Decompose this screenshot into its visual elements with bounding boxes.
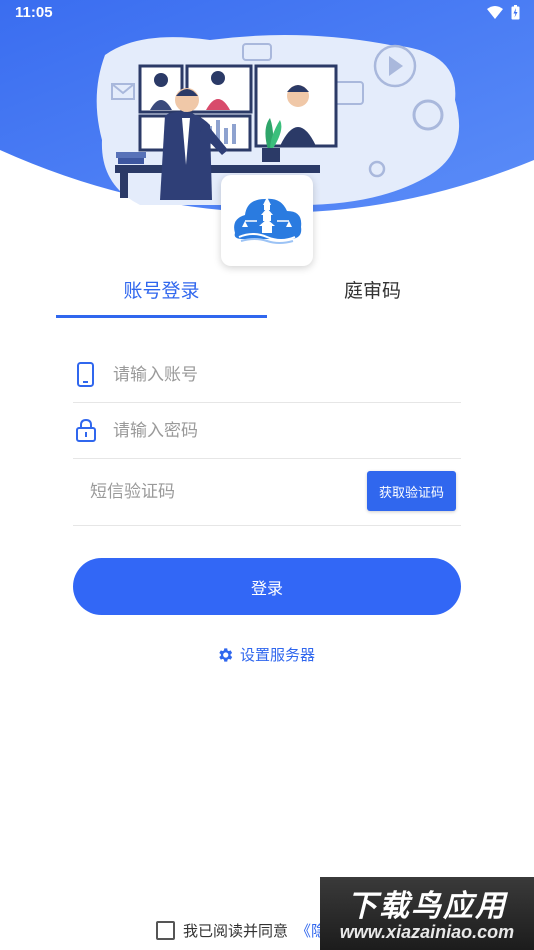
wifi-icon [487, 6, 503, 19]
active-tab-indicator [56, 315, 267, 318]
password-input[interactable] [113, 403, 443, 458]
site-watermark: 下载鸟应用 www.xiazainiao.com [320, 877, 534, 950]
lock-icon [76, 418, 96, 442]
server-settings-link[interactable]: 设置服务器 [216, 644, 315, 665]
status-icons [487, 5, 520, 20]
phone-icon [77, 362, 94, 387]
agreement-row: 我已阅读并同意 《隐 [156, 920, 326, 941]
gear-icon [219, 647, 233, 662]
court-logo-icon [234, 197, 302, 244]
password-row [73, 403, 461, 459]
tab-court-code[interactable]: 庭审码 [267, 272, 478, 318]
account-input[interactable] [113, 348, 443, 402]
app-logo [221, 175, 313, 266]
agreement-text: 我已阅读并同意 [183, 922, 289, 940]
status-bar: 11:05 [0, 0, 534, 28]
sms-code-row: 获取验证码 [73, 459, 461, 526]
account-row [73, 348, 461, 403]
agreement-checkbox[interactable] [156, 921, 175, 940]
get-sms-code-button[interactable]: 获取验证码 [367, 471, 456, 511]
watermark-title: 下载鸟应用 [347, 889, 507, 924]
sms-code-input[interactable] [90, 459, 360, 525]
tab-account-login[interactable]: 账号登录 [56, 272, 267, 318]
login-tabs: 账号登录 庭审码 [56, 272, 478, 318]
login-button[interactable]: 登录 [73, 558, 461, 615]
watermark-url: www.xiazainiao.com [339, 922, 515, 942]
status-time: 11:05 [15, 4, 53, 21]
server-settings-label: 设置服务器 [240, 646, 316, 664]
battery-icon [511, 5, 520, 20]
